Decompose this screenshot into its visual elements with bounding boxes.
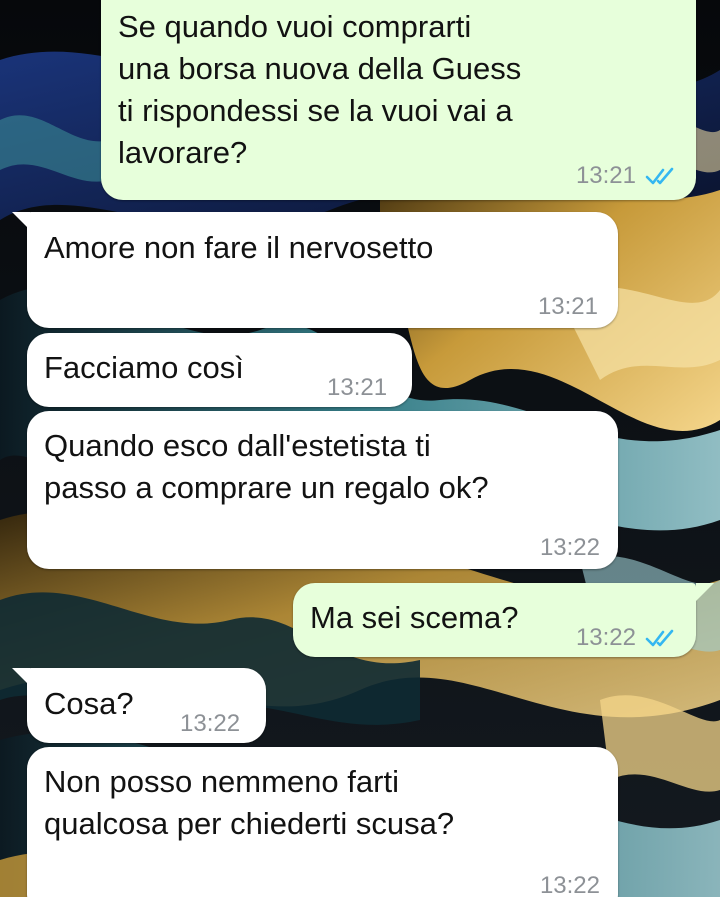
message-time: 13:22 bbox=[575, 624, 636, 651]
message-bubble-incoming[interactable]: Cosa? 13:22 bbox=[27, 668, 266, 743]
message-bubble-incoming[interactable]: Quando esco dall'estetista ti passo a co… bbox=[27, 411, 618, 569]
message-time: 13:21 bbox=[537, 293, 598, 320]
message-time: 13:21 bbox=[575, 162, 636, 189]
message-meta: 13:21 bbox=[538, 286, 598, 328]
bubble-tail bbox=[12, 212, 30, 230]
message-time: 13:21 bbox=[327, 374, 388, 401]
bubble-tail bbox=[696, 583, 714, 601]
double-check-read-icon bbox=[645, 629, 674, 647]
message-bubble-outgoing[interactable]: Se quando vuoi comprarti una borsa nuova… bbox=[101, 0, 696, 200]
message-bubble-incoming[interactable]: Non posso nemmeno farti qualcosa per chi… bbox=[27, 747, 618, 897]
message-meta: 13:22 bbox=[540, 865, 600, 897]
message-time: 13:22 bbox=[539, 534, 600, 561]
message-text: Facciamo così bbox=[44, 350, 244, 385]
message-meta: 13:22 bbox=[180, 703, 240, 745]
message-text: Se quando vuoi comprarti una borsa nuova… bbox=[118, 9, 522, 170]
message-meta: 13:21 bbox=[576, 155, 678, 197]
message-bubble-incoming[interactable]: Amore non fare il nervosetto 13:21 bbox=[27, 212, 618, 328]
message-meta: 13:22 bbox=[576, 617, 678, 659]
message-text: Amore non fare il nervosetto bbox=[44, 230, 434, 265]
bubble-tail bbox=[12, 668, 30, 686]
message-text: Non posso nemmeno farti qualcosa per chi… bbox=[44, 764, 455, 841]
message-bubble-outgoing[interactable]: Ma sei scema? 13:22 bbox=[293, 583, 696, 657]
message-text: Ma sei scema? bbox=[310, 600, 519, 635]
message-time: 13:22 bbox=[180, 710, 241, 737]
message-time: 13:22 bbox=[539, 872, 600, 897]
double-check-read-icon bbox=[645, 167, 674, 185]
message-meta: 13:21 bbox=[327, 367, 387, 409]
message-text: Cosa? bbox=[44, 686, 134, 721]
message-text: Quando esco dall'estetista ti passo a co… bbox=[44, 428, 489, 505]
message-bubble-incoming[interactable]: Facciamo così 13:21 bbox=[27, 333, 412, 407]
message-meta: 13:22 bbox=[540, 527, 600, 569]
